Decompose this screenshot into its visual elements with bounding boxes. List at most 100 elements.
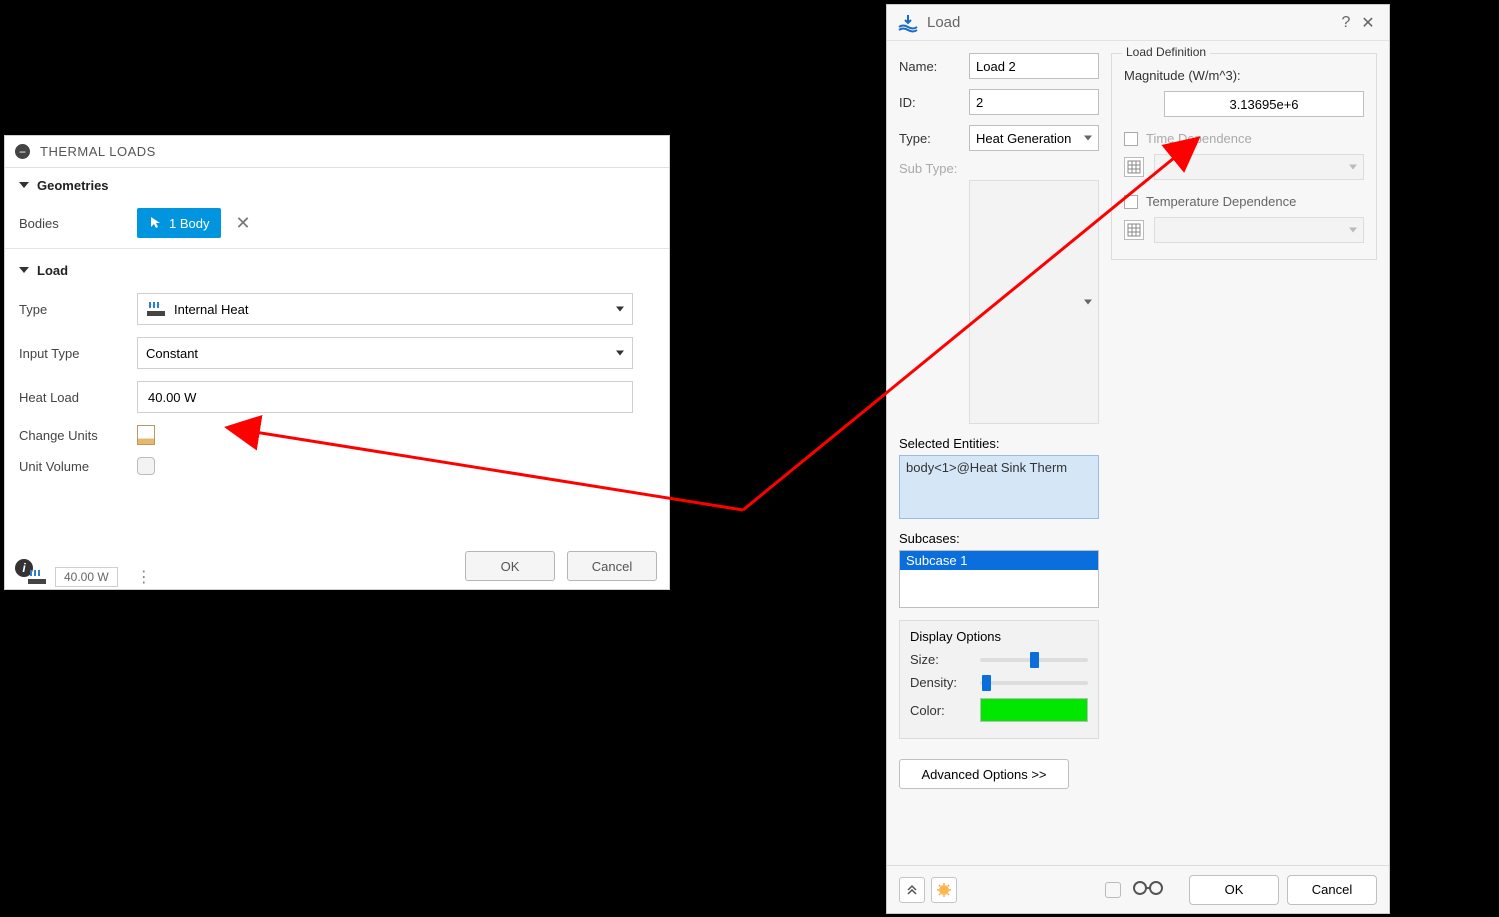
glasses-icon[interactable] <box>1131 879 1165 900</box>
magnitude-input[interactable]: 3.13695e+6 <box>1164 91 1364 117</box>
load-definition-group: Load Definition Magnitude (W/m^3): 3.136… <box>1111 53 1377 260</box>
id-input[interactable]: 2 <box>969 89 1099 115</box>
geometries-label: Geometries <box>37 178 109 193</box>
color-row: Color: <box>910 698 1088 722</box>
chevron-down-icon <box>616 307 624 312</box>
magnitude-label: Magnitude (W/m^3): <box>1124 68 1364 83</box>
footer-readout: 40.00 W ⋮ <box>27 564 152 590</box>
size-row: Size: <box>910 652 1088 667</box>
load-definition-legend: Load Definition <box>1122 45 1210 59</box>
name-input[interactable]: Load 2 <box>969 53 1099 79</box>
load-icon <box>897 13 919 33</box>
chevron-down-icon <box>19 182 29 188</box>
advanced-options-button[interactable]: Advanced Options >> <box>899 759 1069 789</box>
input-type-value: Constant <box>146 346 198 361</box>
chevron-down-icon <box>616 351 624 356</box>
collapse-up-icon[interactable] <box>899 877 925 903</box>
type-row: Type: Heat Generation <box>899 125 1099 151</box>
table-icon[interactable] <box>1124 157 1144 177</box>
footer-value: 40.00 W <box>55 567 118 587</box>
input-type-label: Input Type <box>19 346 137 361</box>
color-swatch[interactable] <box>980 698 1088 722</box>
bodies-label: Bodies <box>19 216 137 231</box>
collapse-icon[interactable]: − <box>15 144 30 159</box>
size-label: Size: <box>910 652 980 667</box>
type-row: Type Internal Heat <box>5 287 669 331</box>
density-slider[interactable] <box>980 681 1088 685</box>
temperature-dependence-label: Temperature Dependence <box>1146 194 1296 209</box>
table-icon[interactable] <box>1124 220 1144 240</box>
internal-heat-icon <box>27 568 49 586</box>
type-dropdown[interactable]: Internal Heat <box>137 293 633 325</box>
subtype-row: Sub Type: <box>899 161 1099 176</box>
type-dropdown[interactable]: Heat Generation <box>969 125 1099 151</box>
subcases-list[interactable]: Subcase 1 <box>899 550 1099 608</box>
change-units-label: Change Units <box>19 428 137 443</box>
dialog-footer: OK Cancel <box>887 865 1389 913</box>
geometries-header[interactable]: Geometries <box>5 168 669 202</box>
dialog-titlebar: Load ? ✕ <box>887 5 1389 41</box>
input-type-row: Input Type Constant <box>5 331 669 375</box>
temperature-dependence-checkbox[interactable] <box>1124 195 1138 209</box>
time-dependence-combo <box>1154 154 1364 180</box>
ok-button[interactable]: OK <box>465 551 555 581</box>
type-value: Internal Heat <box>174 302 248 317</box>
cancel-button[interactable]: Cancel <box>567 551 657 581</box>
unit-volume-checkbox[interactable] <box>137 457 155 475</box>
unit-volume-row: Unit Volume <box>5 451 669 481</box>
footer-checkbox[interactable] <box>1105 882 1121 898</box>
panel-button-bar: OK Cancel <box>465 551 657 581</box>
subcase-item[interactable]: Subcase 1 <box>900 551 1098 570</box>
load-header[interactable]: Load <box>5 253 669 287</box>
cursor-icon <box>149 216 163 230</box>
panel-header: − THERMAL LOADS <box>5 136 669 168</box>
cancel-button[interactable]: Cancel <box>1287 875 1377 905</box>
preview-icon[interactable] <box>931 877 957 903</box>
size-slider[interactable] <box>980 658 1088 662</box>
chevron-down-icon <box>19 267 29 273</box>
change-units-row: Change Units <box>5 419 669 451</box>
time-dependence-sub <box>1124 154 1364 180</box>
change-units-icon[interactable] <box>137 425 155 445</box>
load-dialog: Load ? ✕ Name: Load 2 ID: 2 Type: Heat G… <box>886 4 1390 914</box>
heat-load-input[interactable] <box>137 381 633 413</box>
input-type-dropdown[interactable]: Constant <box>137 337 633 369</box>
clear-selection-icon[interactable]: ✕ <box>235 213 250 234</box>
id-row: ID: 2 <box>899 89 1099 115</box>
panel-title: THERMAL LOADS <box>40 144 156 159</box>
dialog-right-column: Load Definition Magnitude (W/m^3): 3.136… <box>1111 53 1377 789</box>
type-label: Type: <box>899 131 969 146</box>
ok-button[interactable]: OK <box>1189 875 1279 905</box>
dialog-title: Load <box>927 14 960 31</box>
time-dependence-label: Time Dependence <box>1146 131 1252 146</box>
help-icon[interactable]: ? <box>1335 14 1357 32</box>
selected-entities-box[interactable]: body<1>@Heat Sink Therm <box>899 455 1099 519</box>
selected-entities-label: Selected Entities: <box>899 436 1099 451</box>
heat-load-label: Heat Load <box>19 390 137 405</box>
close-icon[interactable]: ✕ <box>1357 13 1379 33</box>
type-label: Type <box>19 302 137 317</box>
heat-load-row: Heat Load <box>5 375 669 419</box>
unit-volume-label: Unit Volume <box>19 459 137 474</box>
chevron-down-icon <box>1084 136 1092 141</box>
body-selection-chip[interactable]: 1 Body <box>137 208 221 238</box>
subtype-dropdown <box>969 180 1099 424</box>
temperature-dependence-row: Temperature Dependence <box>1124 194 1364 209</box>
bodies-row: Bodies 1 Body ✕ <box>5 202 669 244</box>
time-dependence-checkbox[interactable] <box>1124 132 1138 146</box>
chevron-down-icon <box>1084 300 1092 305</box>
temperature-dependence-sub <box>1124 217 1364 243</box>
density-row: Density: <box>910 675 1088 690</box>
id-label: ID: <box>899 95 969 110</box>
dialog-body: Name: Load 2 ID: 2 Type: Heat Generation… <box>887 41 1389 801</box>
subcases-label: Subcases: <box>899 531 1099 546</box>
divider <box>5 248 669 249</box>
dialog-left-column: Name: Load 2 ID: 2 Type: Heat Generation… <box>899 53 1099 789</box>
density-label: Density: <box>910 675 980 690</box>
time-dependence-row: Time Dependence <box>1124 131 1364 146</box>
display-options-group: Display Options Size: Density: Color: <box>899 620 1099 739</box>
more-icon[interactable]: ⋮ <box>136 567 152 587</box>
heat-load-field[interactable] <box>146 389 624 406</box>
body-chip-text: 1 Body <box>169 216 209 231</box>
name-row: Name: Load 2 <box>899 53 1099 79</box>
